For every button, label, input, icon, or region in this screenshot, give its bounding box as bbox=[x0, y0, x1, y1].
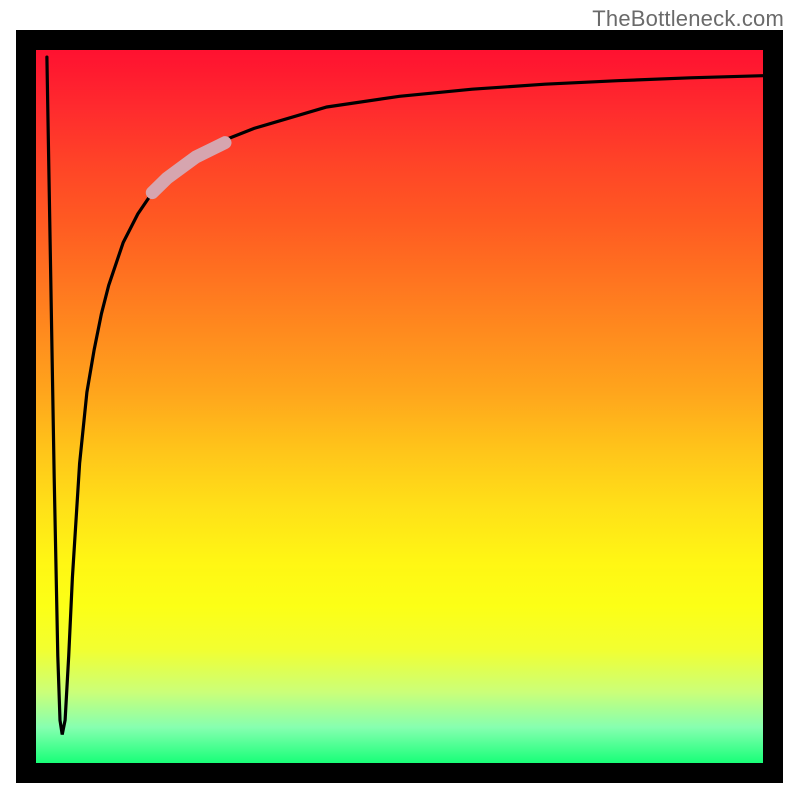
watermark-text: TheBottleneck.com bbox=[592, 6, 784, 32]
chart-container: TheBottleneck.com bbox=[0, 0, 800, 800]
curve-layer bbox=[36, 50, 763, 763]
highlight-segment bbox=[152, 143, 225, 193]
plot-frame bbox=[16, 30, 783, 783]
bottleneck-curve bbox=[47, 57, 763, 734]
